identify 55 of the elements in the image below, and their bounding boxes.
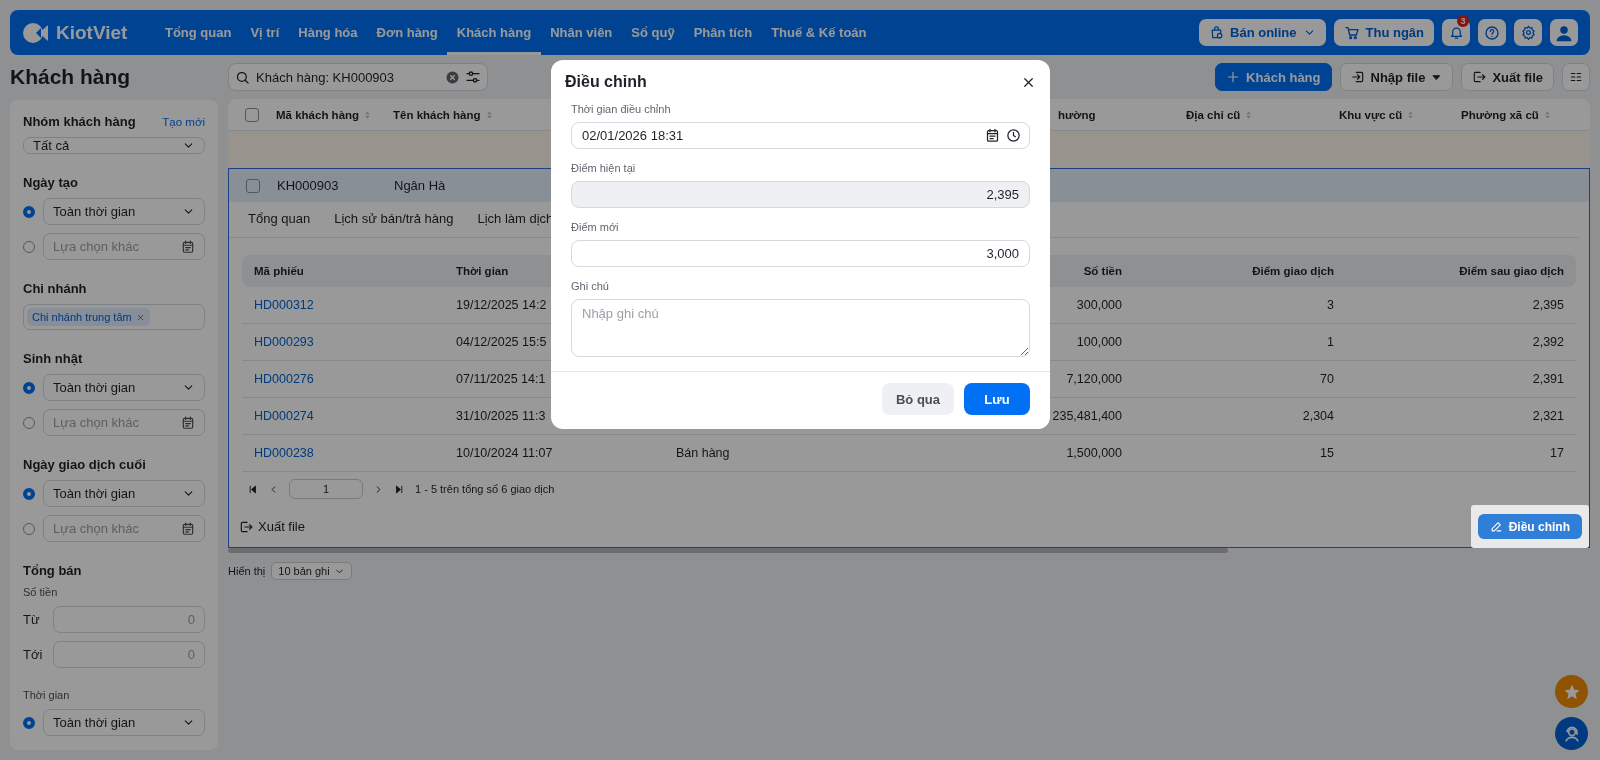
table-cell: 235,481,400 bbox=[1052, 409, 1122, 423]
table-cell: Bán hàng bbox=[676, 446, 730, 460]
column-title: Mã khách hàng bbox=[276, 108, 360, 121]
column-title: Điểm sau giao dịch bbox=[1459, 265, 1564, 277]
page-size-label: Hiển thị bbox=[228, 565, 266, 577]
table-cell: 1,500,000 bbox=[1066, 446, 1122, 460]
table-cell: 3 bbox=[1327, 298, 1334, 312]
table-cell: 2,304 bbox=[1302, 409, 1334, 423]
field-label: Điểm mới bbox=[571, 221, 620, 233]
table-cell: 07/11/2025 14:1 bbox=[456, 372, 546, 386]
dialog-title: Điều chỉnh bbox=[565, 73, 647, 91]
column-title: Thời gian bbox=[456, 265, 509, 277]
notification-badge: 3 bbox=[1457, 15, 1469, 27]
column-title: Tên khách hàng bbox=[393, 108, 481, 121]
filter-title: Ngày tạo bbox=[23, 175, 78, 190]
filter-title: Ngày giao dịch cuối bbox=[23, 457, 146, 472]
column-title: Điểm giao dịch bbox=[1252, 265, 1334, 277]
table-cell: 17 bbox=[1550, 446, 1564, 460]
field-label: Thời gian điều chỉnh bbox=[571, 103, 672, 115]
table-cell: 2,391 bbox=[1532, 372, 1564, 386]
current-points-field: 2,395 bbox=[571, 181, 1030, 208]
filter-title: Chi nhánh bbox=[23, 281, 87, 296]
column-title: Khu vực cũ bbox=[1339, 108, 1403, 121]
table-cell: 15 bbox=[1320, 446, 1334, 460]
filter-title: Sinh nhật bbox=[23, 351, 83, 366]
table-cell: 2,395 bbox=[1532, 298, 1564, 312]
page-title: Khách hàng bbox=[10, 65, 132, 89]
table-cell: 300,000 bbox=[1076, 298, 1122, 312]
filter-subtitle: Số tiền bbox=[23, 586, 59, 598]
table-cell: Ngân Hà bbox=[394, 178, 446, 193]
filter-title: Nhóm khách hàng bbox=[23, 114, 136, 129]
range-label: Tới bbox=[23, 647, 44, 662]
filter-subtitle: Thời gian bbox=[23, 689, 71, 701]
filter-title: Tổng bán bbox=[23, 563, 82, 578]
field-label: Điểm hiện tại bbox=[571, 162, 637, 174]
table-cell: 70 bbox=[1320, 372, 1334, 386]
table-cell: 31/10/2025 11:3 bbox=[456, 409, 546, 423]
table-cell: 10/10/2024 11:07 bbox=[456, 446, 553, 460]
pagination-info: 1 - 5 trên tổng số 6 giao dịch bbox=[415, 483, 555, 495]
column-title: Mã phiếu bbox=[254, 265, 304, 277]
table-cell: 100,000 bbox=[1076, 335, 1122, 349]
table-cell: 1 bbox=[1327, 335, 1334, 349]
table-cell: 19/12/2025 14:2 bbox=[456, 298, 547, 312]
table-cell: 2,392 bbox=[1532, 335, 1564, 349]
column-title: Phường xã cũ bbox=[1461, 108, 1539, 121]
table-cell-text: KH000903 bbox=[277, 178, 340, 193]
range-label: Từ bbox=[23, 612, 41, 627]
field-label: Ghi chú bbox=[571, 280, 610, 292]
column-title: hường bbox=[1058, 108, 1096, 121]
table-cell: 2,321 bbox=[1532, 409, 1564, 423]
table-cell: 7,120,000 bbox=[1066, 372, 1122, 386]
column-title: Số tiền bbox=[1083, 265, 1122, 277]
column-title: Địa chỉ cũ bbox=[1186, 108, 1241, 121]
table-cell: 04/12/2025 15:5 bbox=[456, 335, 547, 349]
logo-text: KiotViet bbox=[56, 21, 128, 44]
